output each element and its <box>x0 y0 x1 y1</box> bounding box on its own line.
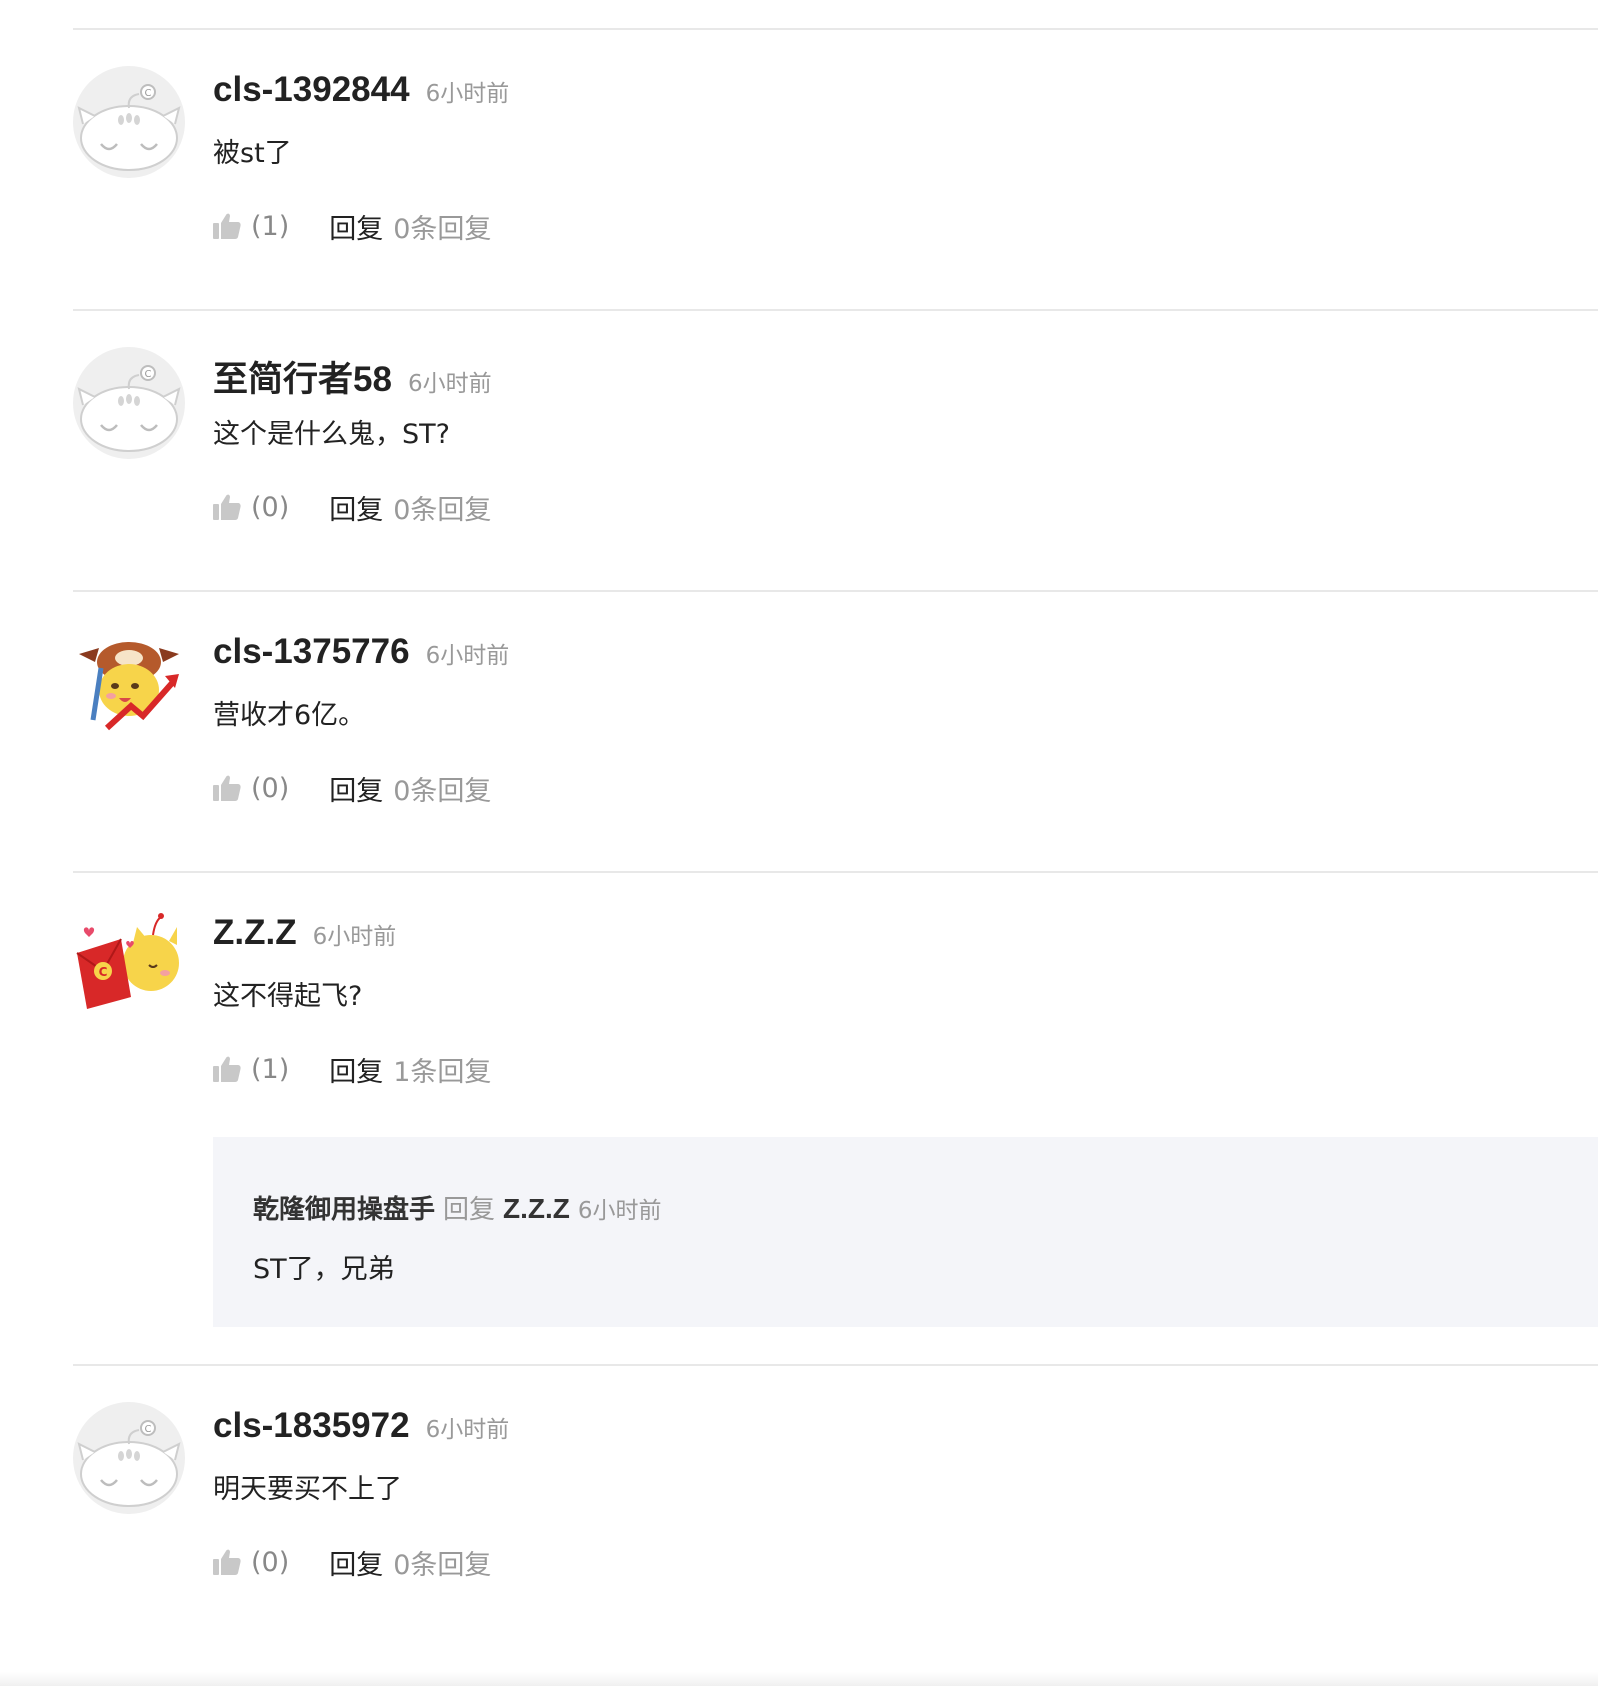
reply-button[interactable]: 回复 <box>329 1050 383 1089</box>
timestamp: 6小时前 <box>425 81 510 107</box>
reply-button[interactable]: 回复 <box>329 207 383 246</box>
timestamp: 6小时前 <box>425 1417 510 1443</box>
subreply-text: ST了，兄弟 <box>253 1254 395 1285</box>
timestamp: 6小时前 <box>312 924 397 950</box>
username[interactable]: 至简行者58 <box>213 351 392 402</box>
like-count: (1) <box>251 210 290 242</box>
bull-cat-avatar-icon <box>73 628 185 740</box>
red-envelope-cat-avatar-icon: C <box>73 909 185 1021</box>
default-cat-avatar-icon <box>73 347 185 459</box>
thumbs-up-icon <box>213 1549 241 1575</box>
like-count: (0) <box>251 491 290 523</box>
subreply-timestamp: 6小时前 <box>577 1198 662 1224</box>
username[interactable]: cls-1375776 <box>213 632 410 672</box>
username[interactable]: Z.Z.Z <box>213 913 297 953</box>
like-button[interactable]: (0) <box>213 773 289 804</box>
default-cat-avatar-icon <box>73 66 185 178</box>
default-cat-avatar[interactable] <box>73 66 185 178</box>
reply-count-link[interactable]: 0条回复 <box>393 769 491 808</box>
reply-count-link[interactable]: 0条回复 <box>393 1543 491 1582</box>
reply-button[interactable]: 回复 <box>329 488 383 527</box>
thumbs-up-icon <box>213 494 241 520</box>
comment-item: C Z.Z.Z 6小时前 这不得起飞? (1) 回复 1条回复 乾隆御用操盘手 … <box>73 873 1598 1364</box>
username[interactable]: cls-1392844 <box>213 70 410 110</box>
subreply-username[interactable]: 乾隆御用操盘手 <box>253 1189 435 1226</box>
reply-button[interactable]: 回复 <box>329 1543 383 1582</box>
comment-item: 至简行者58 6小时前 这个是什么鬼，ST? (0) 回复 0条回复 <box>73 311 1598 590</box>
like-count: (0) <box>251 1546 290 1578</box>
like-count: (0) <box>251 772 290 804</box>
comment-text: 被st了 <box>213 138 292 169</box>
bottom-edge-shadow <box>0 1672 1598 1686</box>
reply-button[interactable]: 回复 <box>329 769 383 808</box>
like-button[interactable]: (0) <box>213 1547 289 1578</box>
like-count: (1) <box>251 1053 290 1085</box>
thumbs-up-icon <box>213 213 241 239</box>
timestamp: 6小时前 <box>407 371 492 397</box>
comment-text: 营收才6亿。 <box>213 700 366 731</box>
reply-count-link[interactable]: 0条回复 <box>393 207 491 246</box>
comment-item: cls-1835972 6小时前 明天要买不上了 (0) 回复 0条回复 <box>73 1366 1598 1666</box>
timestamp: 6小时前 <box>425 643 510 669</box>
default-cat-avatar[interactable] <box>73 347 185 459</box>
subreply-target-username[interactable]: Z.Z.Z <box>503 1193 570 1225</box>
comment-text: 这个是什么鬼，ST? <box>213 419 450 450</box>
svg-text:C: C <box>99 965 108 979</box>
reply-count-link[interactable]: 1条回复 <box>393 1050 491 1089</box>
comment-item: cls-1375776 6小时前 营收才6亿。 (0) 回复 0条回复 <box>73 592 1598 871</box>
default-cat-avatar-icon <box>73 1402 185 1514</box>
bull-cat-avatar[interactable] <box>73 628 185 740</box>
comment-item: cls-1392844 6小时前 被st了 (1) 回复 0条回复 <box>73 30 1598 309</box>
subreply-box: 乾隆御用操盘手 回复 Z.Z.Z 6小时前 ST了，兄弟 <box>213 1137 1598 1327</box>
comment-list: cls-1392844 6小时前 被st了 (1) 回复 0条回复 至简行者58… <box>73 28 1598 1666</box>
subreply-reply-word: 回复 <box>443 1195 496 1225</box>
like-button[interactable]: (1) <box>213 1054 289 1085</box>
like-button[interactable]: (1) <box>213 211 289 242</box>
reply-count-link[interactable]: 0条回复 <box>393 488 491 527</box>
username[interactable]: cls-1835972 <box>213 1406 410 1446</box>
thumbs-up-icon <box>213 1056 241 1082</box>
like-button[interactable]: (0) <box>213 492 289 523</box>
comment-text: 这不得起飞? <box>213 981 363 1012</box>
thumbs-up-icon <box>213 775 241 801</box>
default-cat-avatar[interactable] <box>73 1402 185 1514</box>
red-envelope-cat-avatar[interactable]: C <box>73 909 185 1021</box>
comment-text: 明天要买不上了 <box>213 1474 402 1505</box>
